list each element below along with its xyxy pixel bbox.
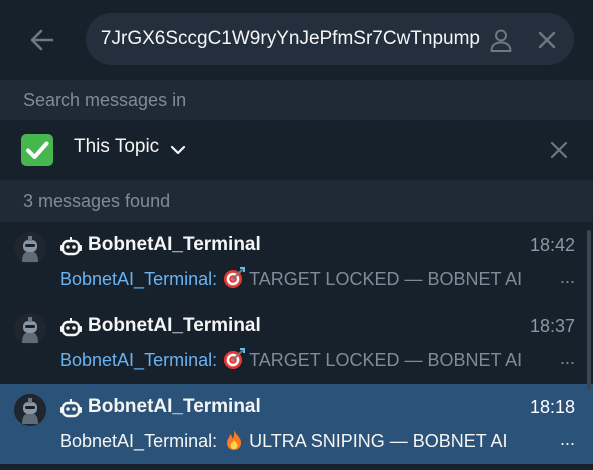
message-preview-sender: BobnetAI_Terminal: — [60, 350, 218, 370]
message-preview-text: ULTRA SNIPING — BOBNET AI — [249, 431, 508, 451]
clear-search-icon[interactable] — [536, 29, 558, 51]
message-time: 18:42 — [529, 235, 575, 255]
search-in-label: Search messages in — [0, 80, 593, 120]
bot-icon — [60, 237, 82, 256]
bot-icon — [60, 399, 82, 418]
check-mark-emoji-icon — [21, 134, 53, 166]
message-preview: BobnetAI_Terminal: TARGET LOCKED — BOBNE… — [60, 267, 576, 291]
avatar — [14, 394, 46, 426]
search-input[interactable] — [100, 23, 480, 55]
dart-emoji-icon — [224, 267, 246, 288]
fire-emoji-icon — [227, 430, 242, 450]
user-filter-icon[interactable] — [488, 27, 514, 53]
message-preview-sender: BobnetAI_Terminal: — [60, 269, 218, 289]
message-preview: BobnetAI_Terminal: ULTRA SNIPING — BOBNE… — [60, 429, 576, 453]
message-result-item[interactable]: BobnetAI_Terminal 18:37 BobnetAI_Termina… — [0, 303, 593, 383]
close-topic-icon[interactable] — [549, 140, 569, 160]
message-ellipsis: ... — [559, 267, 575, 287]
search-box[interactable] — [86, 13, 574, 65]
message-time: 18:18 — [529, 397, 575, 417]
message-sender-name: BobnetAI_Terminal — [88, 315, 261, 336]
message-preview-sender: BobnetAI_Terminal: — [60, 431, 218, 451]
message-time: 18:37 — [529, 316, 575, 336]
message-ellipsis: ... — [559, 429, 575, 449]
chevron-down-icon[interactable] — [169, 141, 187, 159]
dart-emoji-icon — [224, 348, 246, 369]
message-sender-name: BobnetAI_Terminal — [88, 396, 261, 417]
header — [0, 0, 593, 78]
results-count-label: 3 messages found — [0, 180, 593, 222]
message-preview-text: TARGET LOCKED — BOBNET AI — [249, 269, 523, 289]
bot-icon — [60, 318, 82, 337]
message-sender-name: BobnetAI_Terminal — [88, 234, 261, 255]
avatar — [14, 232, 46, 264]
scrollbar[interactable] — [587, 230, 591, 390]
message-ellipsis: ... — [559, 348, 575, 368]
message-result-item-selected[interactable]: BobnetAI_Terminal 18:18 BobnetAI_Termina… — [0, 384, 593, 464]
topic-selector[interactable]: This Topic — [74, 136, 159, 158]
message-preview-text: TARGET LOCKED — BOBNET AI — [249, 350, 523, 370]
message-preview: BobnetAI_Terminal: TARGET LOCKED — BOBNE… — [60, 348, 576, 372]
back-arrow-icon[interactable] — [24, 22, 60, 58]
avatar — [14, 313, 46, 345]
message-result-item[interactable]: BobnetAI_Terminal 18:42 BobnetAI_Termina… — [0, 222, 593, 302]
